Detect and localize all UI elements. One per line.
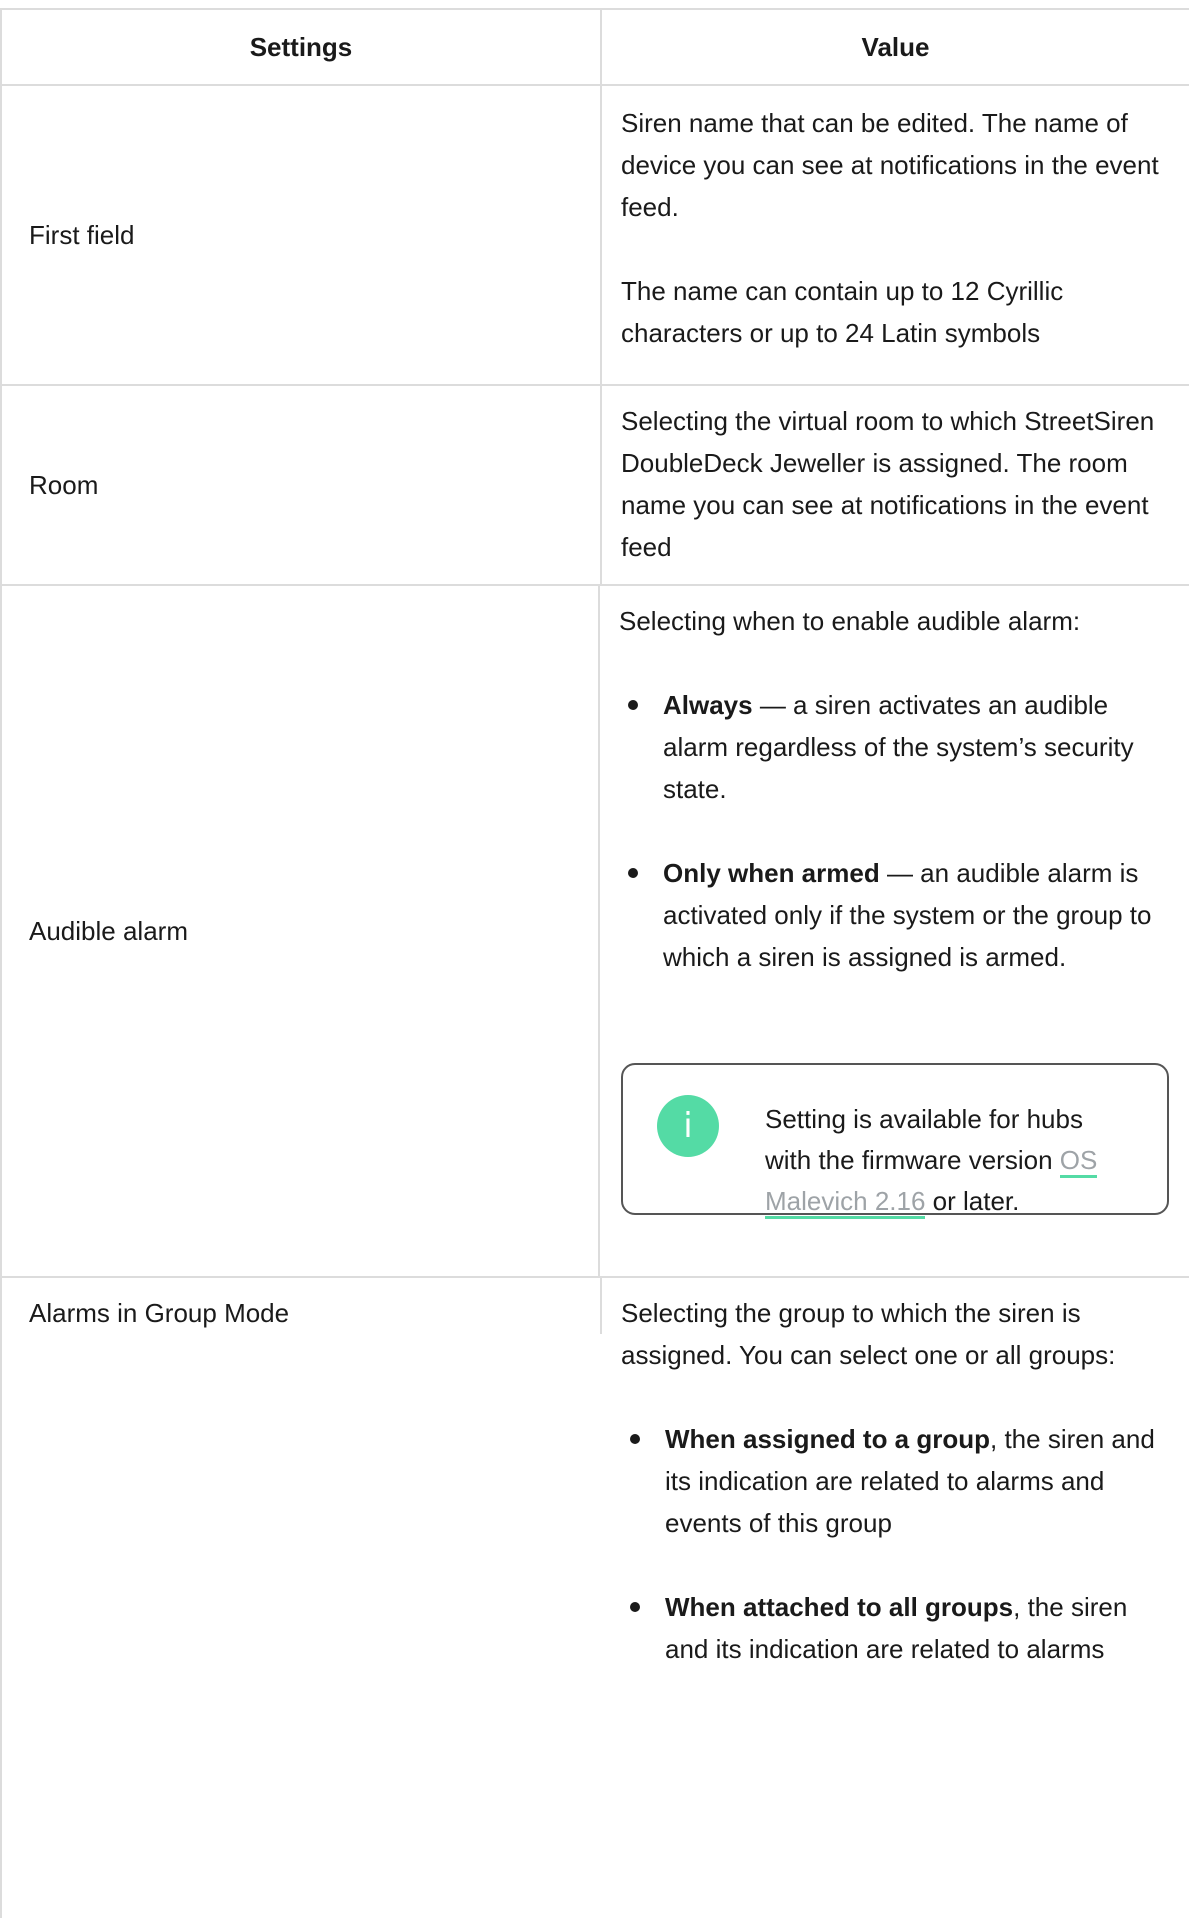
setting-name: First field — [2, 86, 602, 384]
info-icon: i — [657, 1095, 719, 1157]
setting-name: Audible alarm — [2, 586, 600, 1276]
setting-value: Selecting the group to which the siren i… — [602, 1278, 1189, 1684]
note-text: Setting is available for hubs with the f… — [765, 1104, 1083, 1175]
option-name: When assigned to a group — [665, 1424, 991, 1454]
setting-name: Room — [2, 386, 602, 584]
list-item: When assigned to a group, the siren and … — [621, 1418, 1169, 1544]
option-name: When attached to all groups — [665, 1592, 1014, 1622]
value-paragraph: Selecting when to enable audible alarm: — [619, 606, 1081, 636]
option-name: Only when armed — [663, 858, 880, 888]
table-row: Room Selecting the virtual room to which… — [2, 386, 1189, 586]
option-name: Always — [663, 690, 753, 720]
column-header-value: Value — [861, 32, 930, 62]
value-paragraph: Siren name that can be edited. The name … — [621, 108, 1159, 222]
setting-name: Alarms in Group Mode — [2, 1278, 602, 1334]
settings-table: Settings Value First field Siren name th… — [0, 8, 1189, 1918]
value-paragraph: Selecting the virtual room to which Stre… — [621, 406, 1155, 562]
list-item: When attached to all groups, the siren a… — [621, 1586, 1169, 1670]
value-paragraph: The name can contain up to 12 Cyrillic c… — [621, 276, 1064, 348]
list-item: Only when armed — an audible alarm is ac… — [619, 852, 1169, 978]
table-row: Audible alarm Selecting when to enable a… — [2, 586, 1189, 1278]
setting-value: Selecting when to enable audible alarm: … — [600, 586, 1189, 1276]
table-row: First field Siren name that can be edite… — [2, 86, 1189, 386]
value-paragraph: Selecting the group to which the siren i… — [621, 1298, 1116, 1370]
setting-value: Siren name that can be edited. The name … — [602, 86, 1189, 384]
table-row: Alarms in Group Mode Selecting the group… — [2, 1278, 1189, 1918]
setting-value: Selecting the virtual room to which Stre… — [602, 386, 1189, 584]
note-text: or later. — [925, 1186, 1020, 1216]
list-item: Always — a siren activates an audible al… — [619, 684, 1169, 810]
info-note-text: Setting is available for hubs with the f… — [765, 1099, 1135, 1222]
table-header-row: Settings Value — [2, 10, 1189, 86]
option-list: Always — a siren activates an audible al… — [619, 684, 1169, 978]
column-header-settings: Settings — [2, 10, 602, 84]
option-list: When assigned to a group, the siren and … — [621, 1418, 1169, 1670]
info-note: i Setting is available for hubs with the… — [621, 1063, 1169, 1219]
